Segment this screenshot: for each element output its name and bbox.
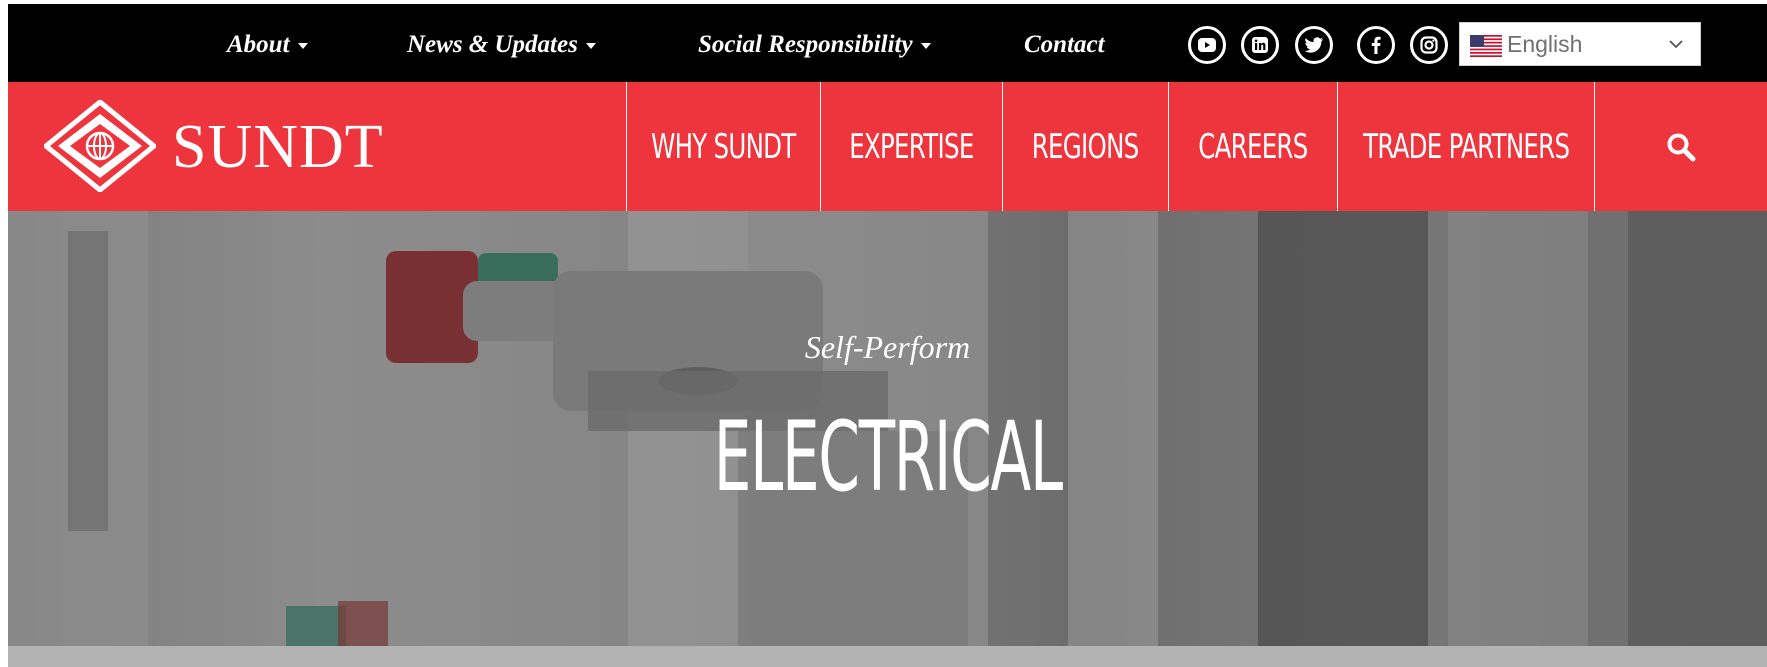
facebook-icon[interactable]: [1357, 26, 1395, 64]
nav-why-sundt-label: WHY SUNDT: [651, 126, 796, 167]
sundt-logo[interactable]: SUNDT: [42, 98, 384, 194]
hero-subtitle: Self-Perform: [804, 329, 971, 365]
nav-regions-label: REGIONS: [1032, 126, 1139, 167]
topnav-social-label: Social Responsibility: [698, 31, 913, 58]
language-select[interactable]: English: [1459, 22, 1701, 66]
topnav-contact-label: Contact: [1024, 31, 1105, 58]
topnav-news-updates[interactable]: News & Updates: [407, 28, 596, 62]
nav-why-sundt[interactable]: WHY SUNDT: [626, 82, 820, 211]
nav-trade-partners-label: TRADE PARTNERS: [1362, 126, 1570, 167]
topnav-about-label: About: [227, 31, 290, 58]
main-navigation: SUNDT WHY SUNDT EXPERTISE REGIONS CAREER…: [8, 82, 1767, 211]
caret-down-icon: [297, 43, 308, 50]
page: About News & Updates Social Responsibili…: [8, 0, 1767, 667]
language-label: English: [1507, 31, 1583, 57]
topnav-contact[interactable]: Contact: [1024, 28, 1105, 62]
chevron-down-icon: [1669, 40, 1683, 49]
nav-careers[interactable]: CAREERS: [1168, 82, 1337, 211]
topnav-about[interactable]: About: [227, 28, 308, 62]
nav-regions[interactable]: REGIONS: [1002, 82, 1168, 211]
top-utility-bar: About News & Updates Social Responsibili…: [8, 4, 1767, 82]
twitter-icon[interactable]: [1295, 26, 1333, 64]
caret-down-icon: [585, 43, 596, 50]
nav-trade-partners[interactable]: TRADE PARTNERS: [1337, 82, 1594, 211]
hero-title: ELECTRICAL: [8, 397, 1767, 517]
search-icon: [1667, 133, 1696, 161]
sundt-diamond-logo-icon: [42, 98, 158, 194]
nav-expertise[interactable]: EXPERTISE: [820, 82, 1002, 211]
instagram-icon[interactable]: [1410, 26, 1448, 64]
hero-title-text: ELECTRICAL: [713, 401, 1062, 513]
section-divider-band: [8, 646, 1767, 667]
us-flag-icon: [1470, 35, 1502, 57]
logo-wordmark: SUNDT: [172, 113, 384, 181]
nav-careers-label: CAREERS: [1198, 126, 1308, 167]
hero-banner: Self-Perform ELECTRICAL: [8, 211, 1767, 646]
search-button[interactable]: [1594, 82, 1767, 211]
topnav-social-responsibility[interactable]: Social Responsibility: [698, 28, 931, 62]
youtube-icon[interactable]: [1188, 26, 1226, 64]
linkedin-icon[interactable]: [1241, 26, 1279, 64]
caret-down-icon: [920, 43, 931, 50]
nav-expertise-label: EXPERTISE: [849, 126, 974, 167]
topnav-news-label: News & Updates: [407, 31, 578, 58]
